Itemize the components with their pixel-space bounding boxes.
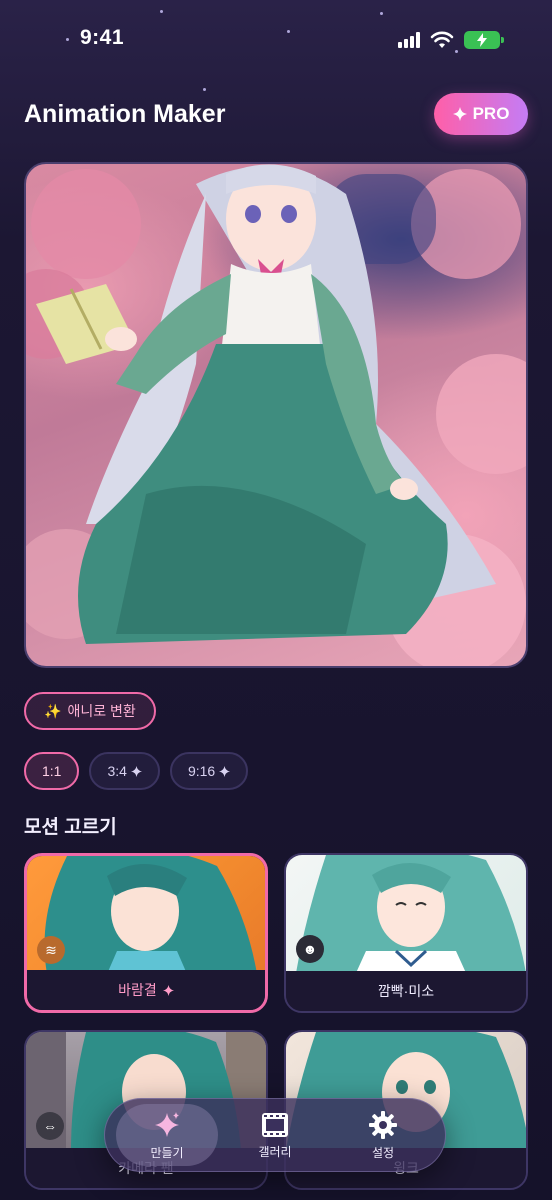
ratio-label: 1:1	[42, 763, 62, 779]
pro-label: PRO	[472, 104, 510, 123]
aspect-ratio-selector: 1:1 3:4 9:16	[24, 752, 249, 790]
premium-sparkle-icon	[130, 765, 142, 777]
nav-create[interactable]: 만들기	[116, 1104, 218, 1166]
sparkle-icon	[155, 1111, 179, 1137]
nav-label: 설정	[371, 1145, 395, 1160]
sparkles-icon: ✨	[44, 702, 62, 719]
nav-gallery[interactable]: 갤러리	[224, 1104, 326, 1166]
ratio-option-9-16[interactable]: 9:16	[169, 752, 249, 790]
motion-name: 깜빡·미소	[377, 983, 435, 999]
nav-settings[interactable]: 설정	[332, 1104, 434, 1166]
convert-to-anime-button[interactable]: ✨ 애니로 변환	[24, 692, 156, 730]
ratio-label: 9:16	[187, 763, 216, 779]
sparkle-icon	[452, 107, 467, 121]
gear-icon	[369, 1110, 397, 1139]
anime-illustration	[26, 164, 526, 666]
background-star	[380, 12, 383, 15]
app-title: Animation Maker	[24, 100, 226, 128]
cellular-signal-icon	[398, 32, 420, 48]
battery-charging-icon	[464, 31, 504, 49]
smile-icon: ☻	[296, 935, 324, 963]
motion-card-breeze[interactable]: ≋ 바람결	[24, 853, 268, 1013]
premium-sparkle-icon	[219, 765, 231, 777]
background-star	[203, 88, 206, 91]
motion-card-blink-smile[interactable]: ☻ 깜빡·미소	[284, 853, 528, 1013]
nav-label: 갤러리	[258, 1144, 292, 1159]
source-image-preview[interactable]	[24, 162, 528, 668]
motion-card-label: 깜빡·미소	[286, 971, 526, 1011]
background-star	[160, 10, 163, 13]
wifi-icon	[430, 31, 454, 48]
wind-icon: ≋	[37, 936, 65, 964]
pro-upgrade-button[interactable]: PRO	[434, 93, 528, 135]
premium-sparkle-icon	[162, 984, 174, 996]
status-icons	[398, 31, 504, 49]
status-time: 9:41	[80, 26, 125, 49]
ratio-option-1-1[interactable]: 1:1	[24, 752, 80, 790]
film-icon	[262, 1112, 288, 1137]
app-header: Animation Maker PRO	[24, 93, 528, 136]
ratio-label: 3:4	[107, 763, 127, 779]
motion-name: 바람결	[118, 982, 157, 998]
pan-arrows-icon: ⇔	[36, 1112, 64, 1140]
nav-label: 만들기	[150, 1145, 184, 1160]
convert-to-anime-label: 애니로 변환	[67, 703, 136, 719]
bottom-navigation: 만들기 갤러리 설정	[104, 1098, 446, 1172]
status-bar: 9:41	[0, 26, 552, 60]
motion-card-label: 바람결	[27, 970, 265, 1010]
motion-section-title: 모션 고르기	[24, 817, 117, 838]
ratio-option-3-4[interactable]: 3:4	[89, 752, 160, 790]
